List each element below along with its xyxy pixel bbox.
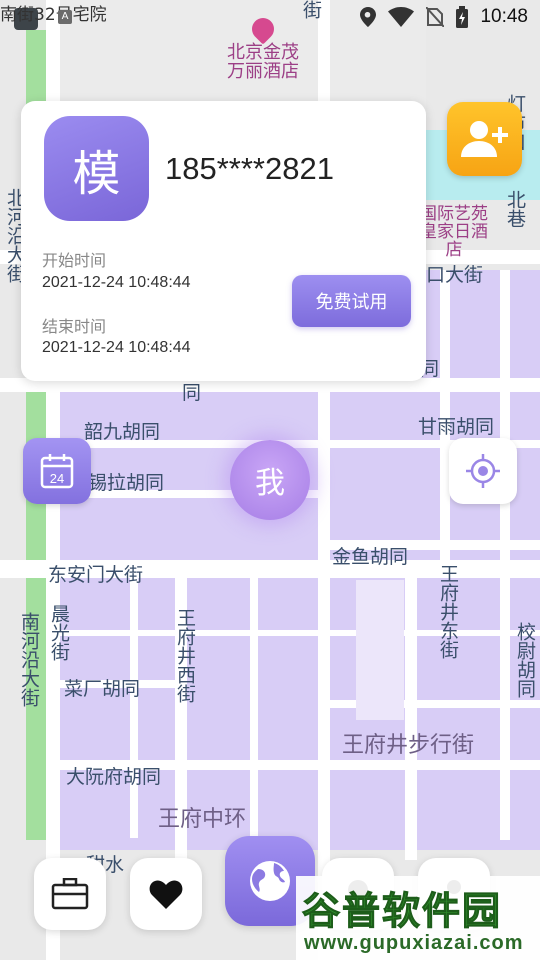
map-label-dayuanfu: 大阮府胡同 [66,766,162,788]
map-label-chenguang: 晨光街 [47,604,70,661]
map-label-wangfujing-dong: 王府井东街 [436,564,459,659]
map-label-xila: 锡拉胡同 [88,472,165,494]
calendar-day: 24 [50,471,64,486]
app-a-icon: A [58,10,72,24]
start-time-value: 2021-12-24 10:48:44 [42,274,191,291]
nav-briefcase-button[interactable] [34,858,106,930]
user-phone: 185****2821 [165,151,334,186]
user-info-card: 模 185****2821 开始时间 2021-12-24 10:48:44 结… [21,101,426,381]
wifi-icon [388,7,415,27]
map-label-caichang: 菜厂胡同 [64,678,141,700]
start-time-label: 开始时间 [42,251,107,270]
map-label-tong-1: 同 [182,382,202,404]
locate-button[interactable] [449,438,517,504]
end-time-value: 2021-12-24 10:48:44 [42,339,191,356]
add-friend-button[interactable] [447,102,522,176]
status-bar: 南街32号宅院 A 10:48 [0,0,540,36]
map-label-nanheyan: 南河沿大街 [17,612,40,707]
globe-icon [250,861,290,901]
status-map-text: 南街32号宅院 [0,5,107,25]
calendar-icon: 24 [40,454,74,489]
no-sim-icon [426,7,445,27]
crosshair-icon [466,454,500,488]
watermark: 谷普软件园 www.gupuxiazai.com [296,876,540,960]
avatar[interactable]: 模 [44,116,149,221]
map-label-jinyu: 金鱼胡同 [332,546,409,568]
calendar-button[interactable]: 24 [23,438,91,504]
status-icons: 10:48 [360,6,528,28]
add-user-icon [460,121,508,157]
status-time: 10:48 [480,6,528,27]
map-label-wangfu-center[interactable]: 王府中环 [158,808,246,831]
watermark-title: 谷普软件园 [301,889,503,934]
map-label-walking-street[interactable]: 王府井步行街 [342,734,474,757]
map-poi-hotel-2[interactable]: 国际艺苑皇家日酒店 [414,205,494,260]
free-trial-button[interactable]: 免费试用 [292,275,411,327]
battery-icon [456,6,469,28]
map-label-ganyu: 甘雨胡同 [418,416,495,438]
map-label-xiaowei: 校尉胡同 [513,622,536,698]
map-label-wangfujing-xi: 王府井西街 [173,608,196,703]
nav-heart-button[interactable] [130,858,202,930]
map-label-beixiang: 北巷 [503,190,526,228]
map-label-kou-da-jie: 口大街 [426,264,484,286]
briefcase-icon [51,878,89,910]
map-poi-hotel[interactable]: 北京金茂万丽酒店 [222,13,304,82]
map-label-dong-anmen: 东安门大街 [48,564,144,586]
location-icon [360,7,377,27]
my-location-marker[interactable]: 我 [230,440,310,520]
end-time-label: 结束时间 [42,317,107,336]
heart-icon [149,880,183,909]
watermark-url: www.gupuxiazai.com [304,932,524,954]
map-label-shaojiu: 韶九胡同 [84,421,161,443]
